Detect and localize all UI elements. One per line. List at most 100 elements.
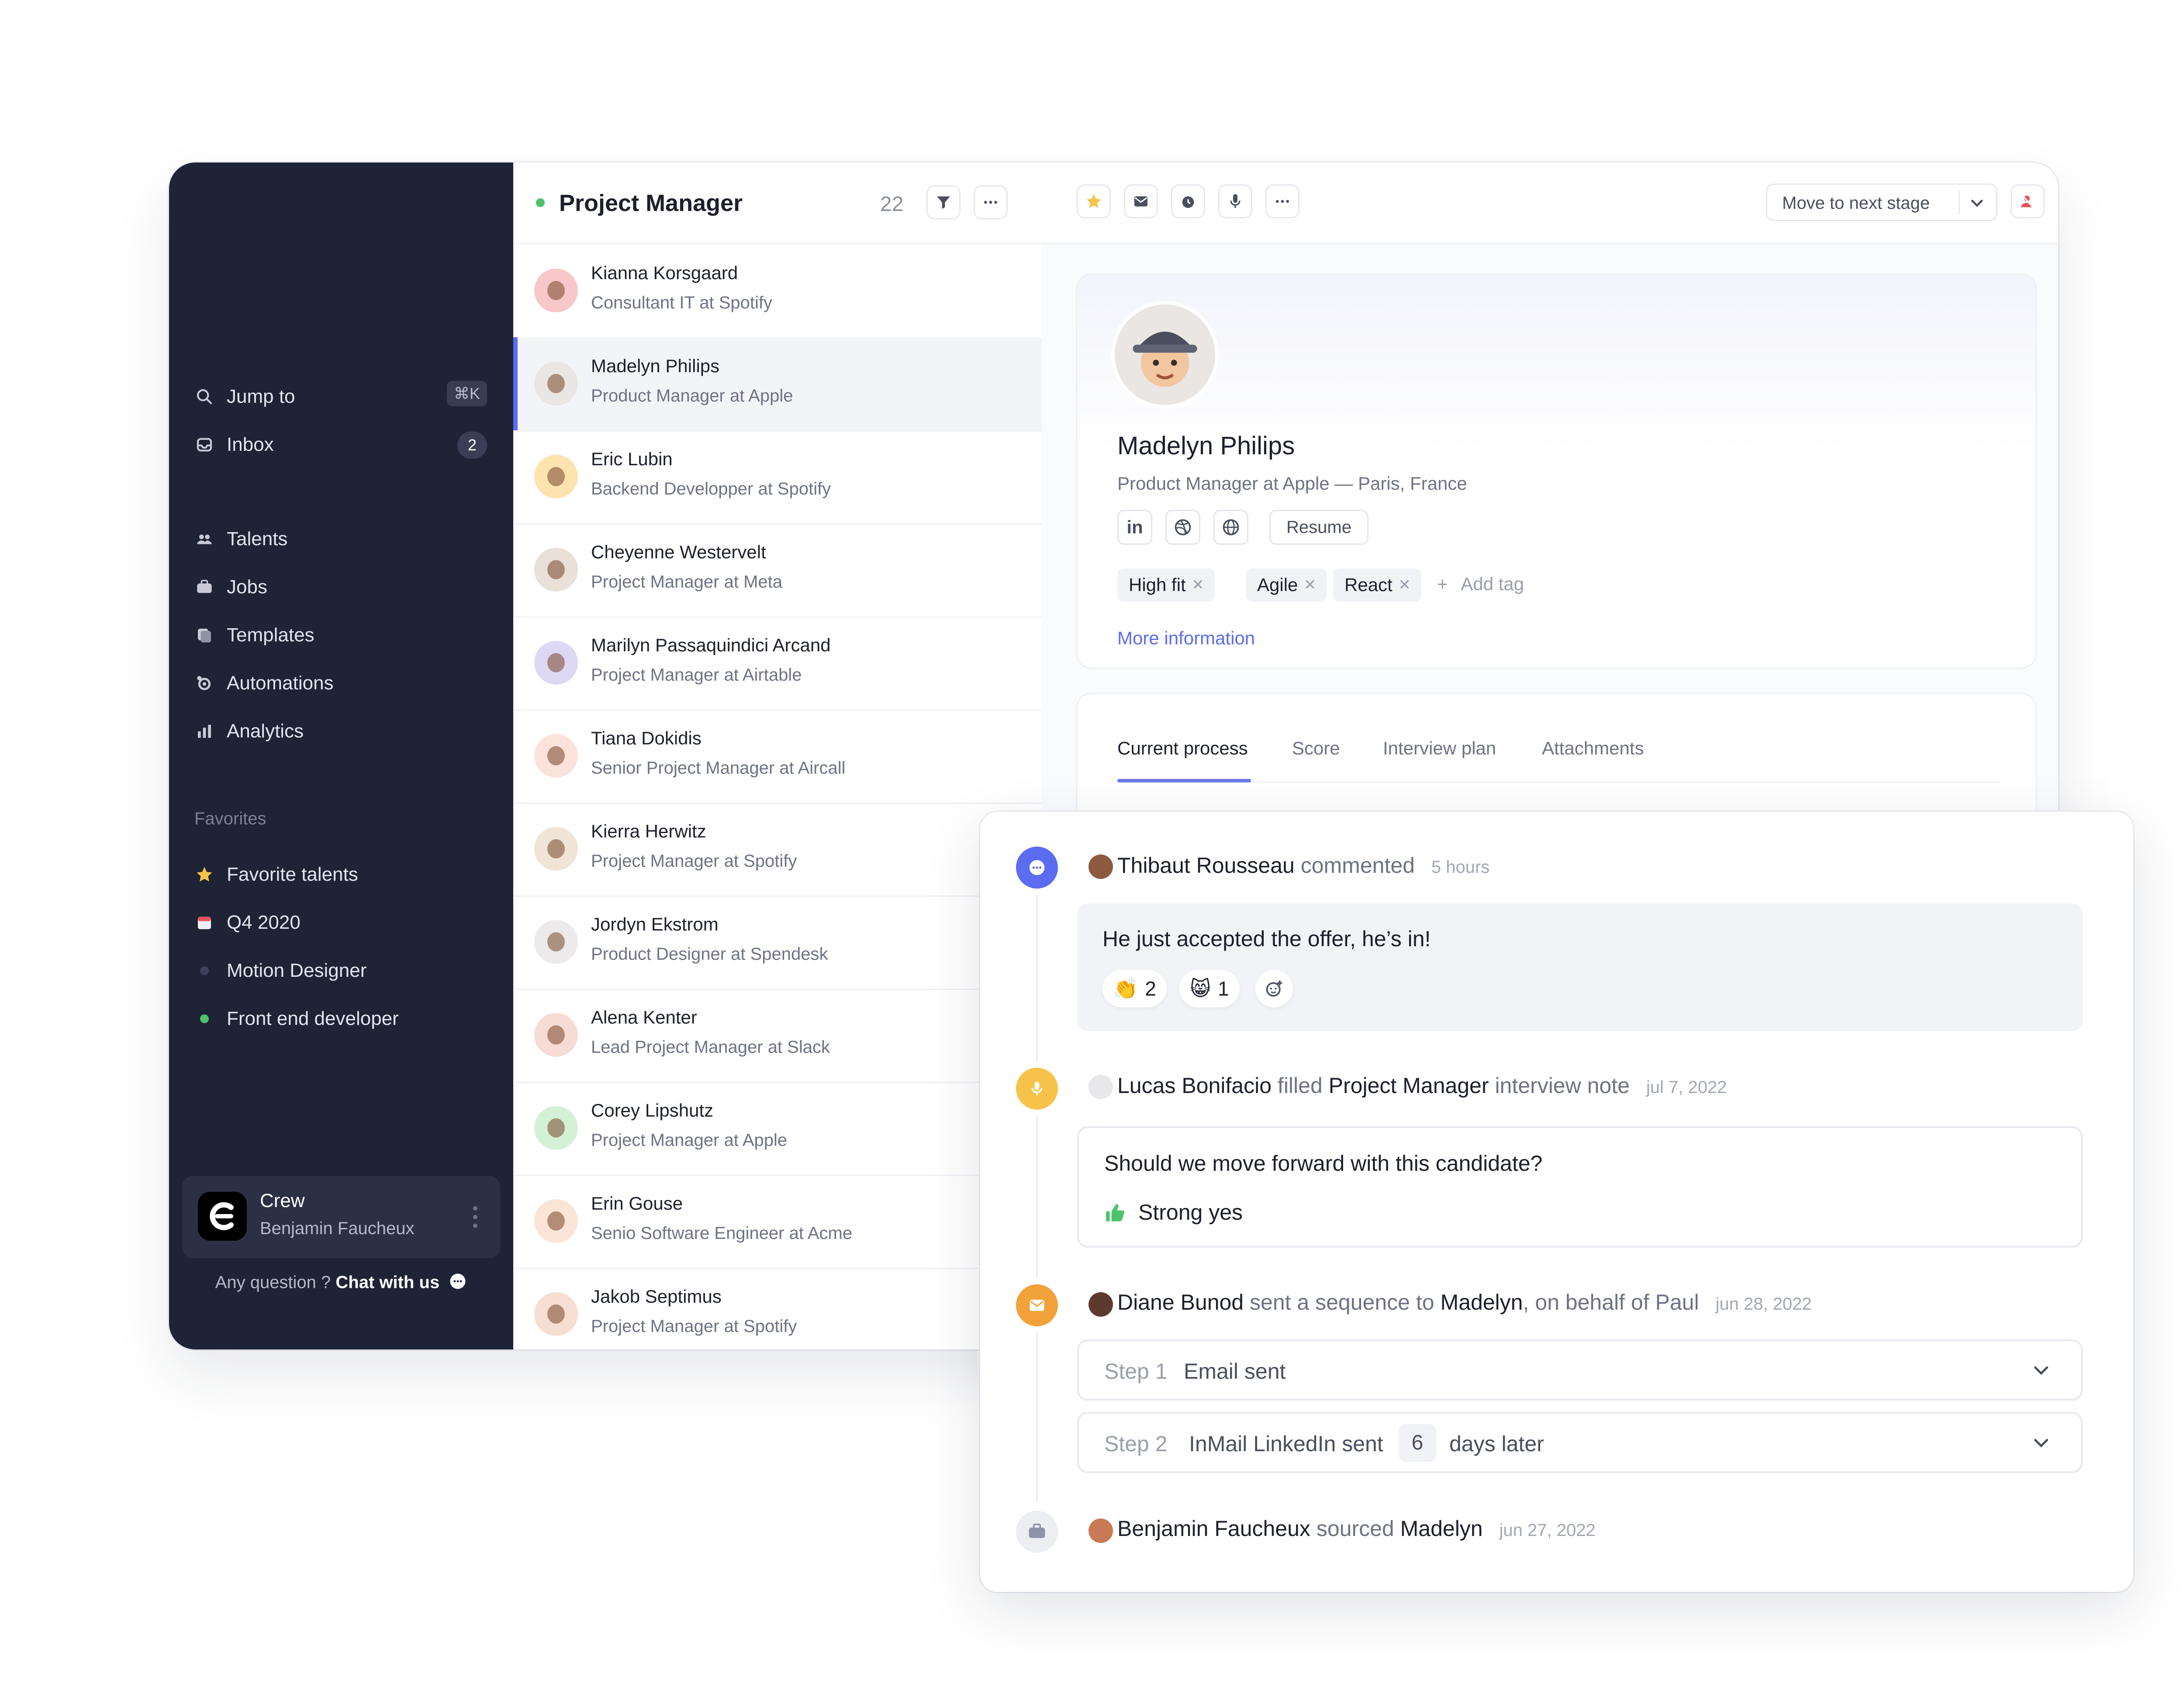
event-author[interactable]: Thibaut Rousseau: [1117, 853, 1295, 878]
chevron-down-icon[interactable]: [2029, 1431, 2053, 1455]
dribbble-button[interactable]: [1165, 510, 1200, 545]
candidate-role: Product Designer at Spendesk: [591, 944, 828, 964]
sequence-step-1[interactable]: Step 1 Email sent: [1077, 1339, 2083, 1401]
candidate-row[interactable]: Jordyn Ekstrom Product Designer at Spende…: [513, 896, 1042, 990]
candidate-row[interactable]: Erin Gouse Senio Software Engineer at Acm…: [513, 1175, 1042, 1269]
avatar: [534, 455, 578, 498]
remove-tag-icon[interactable]: ✕: [1192, 568, 1204, 602]
comment-box: He just accepted the offer, he’s in! 👏 2…: [1077, 903, 2083, 1031]
microphone-event-icon: [1016, 1068, 1058, 1110]
event-target[interactable]: Project Manager: [1329, 1073, 1489, 1098]
candidate-row[interactable]: Kierra Herwitz Project Manager at Spotify: [513, 803, 1042, 897]
candidate-row[interactable]: Eric Lubin Backend Developper at Spotify: [513, 430, 1042, 525]
reaction-clap[interactable]: 👏 2: [1102, 970, 1167, 1007]
bar-chart-icon: [194, 721, 214, 741]
chevron-down-icon[interactable]: [2029, 1359, 2053, 1382]
record-button[interactable]: [1218, 184, 1252, 218]
candidate-row[interactable]: Madelyn Philips Product Manager at Apple: [513, 337, 1042, 432]
note-question: Should we move forward with this candida…: [1104, 1151, 1543, 1176]
event-author[interactable]: Lucas Bonifacio: [1117, 1073, 1272, 1098]
event-verb: sent a sequence to: [1250, 1290, 1434, 1314]
sidebar-item-talents[interactable]: Talents: [194, 523, 287, 555]
tab-interview-plan[interactable]: Interview plan: [1383, 738, 1496, 759]
add-tag-button[interactable]: + Add tag: [1437, 574, 1524, 595]
delay-days-value[interactable]: 6: [1399, 1424, 1436, 1462]
candidate-row[interactable]: Kianna Korsgaard Consultant IT at Spotify: [513, 244, 1042, 339]
reaction-cat[interactable]: 😸 1: [1179, 970, 1240, 1007]
step-label: Step 2: [1104, 1432, 1168, 1456]
candidate-name: Madelyn Philips: [591, 356, 720, 376]
candidate-row[interactable]: Jakob Septimus Project Manager at Spotify: [513, 1268, 1042, 1349]
candidate-row[interactable]: Marilyn Passaquindici Arcand Project Mana…: [513, 616, 1042, 711]
remove-tag-icon[interactable]: ✕: [1304, 568, 1317, 602]
favorite-item-motion-designer[interactable]: Motion Designer: [194, 955, 366, 986]
move-to-next-stage-button[interactable]: Move to next stage: [1766, 183, 1997, 221]
favorite-item-favorite-talents[interactable]: Favorite talents: [194, 859, 358, 890]
chevron-down-icon[interactable]: [1967, 194, 1987, 213]
list-more-button[interactable]: [974, 185, 1008, 219]
candidate-row[interactable]: Tiana Dokidis Senior Project Manager at A…: [513, 709, 1042, 804]
filter-button[interactable]: [926, 185, 961, 219]
sidebar-item-analytics[interactable]: Analytics: [194, 716, 304, 747]
event-target[interactable]: Madelyn: [1400, 1516, 1483, 1541]
step-label: Step 1: [1104, 1359, 1168, 1384]
chat-with-us-link[interactable]: Chat with us: [335, 1273, 439, 1292]
clap-emoji-icon: 👏: [1113, 977, 1138, 1000]
candidate-name: Corey Lipshutz: [591, 1100, 714, 1121]
avatar: [534, 1292, 578, 1336]
move-stage-label: Move to next stage: [1782, 194, 1930, 213]
tag-label: Agile: [1257, 574, 1298, 595]
favorite-item-q4-2020[interactable]: Q4 2020: [194, 907, 301, 938]
add-reaction-button[interactable]: [1255, 970, 1293, 1007]
candidate-row[interactable]: Alena Kenter Lead Project Manager at Slac…: [513, 989, 1042, 1083]
website-button[interactable]: [1213, 510, 1248, 545]
candidate-name: Eric Lubin: [591, 449, 673, 469]
linkedin-button[interactable]: in: [1117, 510, 1152, 545]
dribbble-icon: [1175, 519, 1191, 536]
event-author[interactable]: Diane Bunod: [1117, 1290, 1244, 1314]
note-event-line: Lucas Bonifacio filled Project Manager i…: [1117, 1073, 1727, 1098]
candidate-row[interactable]: Corey Lipshutz Project Manager at Apple: [513, 1082, 1042, 1176]
more-vertical-icon[interactable]: [472, 1205, 478, 1229]
sidebar-item-inbox[interactable]: Inbox: [194, 429, 274, 460]
tab-current-process[interactable]: Current process: [1117, 738, 1248, 759]
event-target[interactable]: Madelyn: [1440, 1290, 1523, 1314]
favorite-button[interactable]: [1077, 184, 1111, 218]
detail-toolbar: Move to next stage: [1042, 163, 2058, 244]
more-information-link[interactable]: More information: [1117, 628, 1255, 649]
avatar: [534, 548, 578, 592]
linkedin-icon: in: [1127, 517, 1143, 537]
event-suffix: , on behalf of Paul: [1523, 1290, 1699, 1314]
profile-avatar: [1115, 304, 1215, 405]
remove-tag-icon[interactable]: ✕: [1398, 568, 1411, 602]
workspace-name: Crew: [260, 1190, 305, 1211]
candidate-role: Product Manager at Apple: [591, 386, 793, 405]
jump-to-button[interactable]: Jump to: [194, 381, 295, 412]
tab-score[interactable]: Score: [1292, 738, 1340, 759]
schedule-button[interactable]: [1171, 184, 1205, 218]
detail-more-button[interactable]: [1265, 184, 1299, 218]
tab-attachments[interactable]: Attachments: [1542, 738, 1644, 759]
favorite-label: Favorite talents: [227, 864, 358, 885]
candidate-row[interactable]: Cheyenne Westervelt Project Manager at Me…: [513, 523, 1042, 618]
event-author[interactable]: Benjamin Faucheux: [1117, 1516, 1310, 1541]
candidate-name: Jakob Septimus: [591, 1286, 722, 1307]
comment-event-icon: [1016, 847, 1058, 889]
resume-button[interactable]: Resume: [1269, 510, 1368, 545]
interview-note-box: Should we move forward with this candida…: [1077, 1126, 2083, 1248]
candidate-role: Backend Developper at Spotify: [591, 479, 831, 498]
sidebar-item-label: Talents: [227, 528, 288, 550]
email-button[interactable]: [1124, 184, 1158, 218]
sequence-step-2[interactable]: Step 2 InMail LinkedIn sent 6 days later: [1077, 1412, 2083, 1473]
sidebar-item-jobs[interactable]: Jobs: [194, 571, 267, 603]
active-tab-indicator: [1117, 779, 1251, 782]
jump-to-label: Jump to: [227, 386, 295, 407]
activity-feed: Thibaut Rousseau commented 5 hours He ju…: [980, 812, 2133, 1592]
workspace-switcher[interactable]: Crew Benjamin Faucheux: [182, 1176, 500, 1258]
avatar: [1089, 1075, 1113, 1099]
sidebar-item-automations[interactable]: Automations: [194, 668, 334, 699]
favorite-item-front-end-developer[interactable]: Front end developer: [194, 1003, 399, 1034]
sidebar-item-templates[interactable]: Templates: [194, 619, 314, 651]
reject-button[interactable]: [2011, 184, 2045, 218]
candidate-role: Project Manager at Apple: [591, 1131, 788, 1150]
